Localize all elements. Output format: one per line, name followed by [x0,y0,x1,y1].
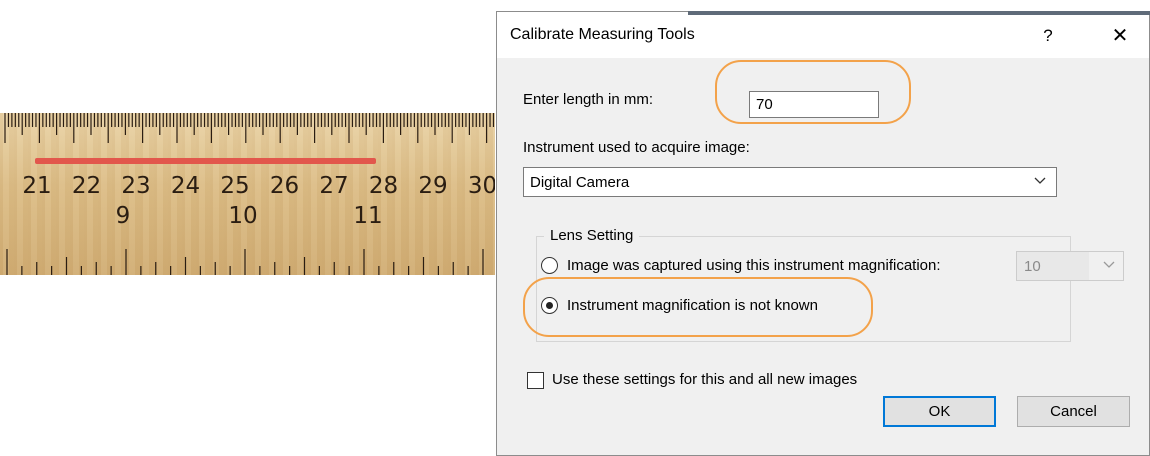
lens-setting-group [536,236,1071,342]
ok-button[interactable]: OK [883,396,996,427]
ruler-cm-label: 23 [121,173,151,199]
radio-unknown-label: Instrument magnification is not known [567,297,818,314]
ruler-cm-label: 28 [368,173,399,199]
radio-known-label: Image was captured using this instrument… [567,257,941,274]
instrument-label: Instrument used to acquire image: [523,139,750,156]
instrument-select[interactable]: Digital Camera [523,167,1057,197]
magnification-value: 10 [1024,258,1041,275]
ruler-cm-label: 21 [22,173,52,199]
close-button[interactable]: ✕ [1100,20,1140,50]
measurement-line [35,158,376,164]
ruler-cm-label: 27 [319,173,349,199]
ruler-cm-label: 29 [418,173,448,199]
ruler-cm-label: 26 [269,173,300,199]
ruler-cm-label: 24 [170,173,201,199]
length-label: Enter length in mm: [523,91,654,108]
apply-all-label: Use these settings for this and all new … [552,371,858,388]
chevron-down-icon [1103,261,1115,268]
help-button[interactable]: ? [1028,22,1068,50]
ruler-inch-label: 9 [115,203,131,229]
chevron-down-icon [1034,177,1046,184]
ruler-cm-label: 22 [71,173,102,199]
ruler-inch-label: 11 [353,203,383,229]
cancel-button[interactable]: Cancel [1017,396,1130,427]
dialog-title: Calibrate Measuring Tools [510,26,695,43]
ruler-image: 21 22 23 24 25 26 27 28 29 30 9 10 11 [0,113,495,275]
instrument-selected-value: Digital Camera [530,174,630,191]
length-input[interactable] [749,91,879,118]
dialog-titlebar: Calibrate Measuring Tools ? ✕ [497,12,1149,58]
window-edge-bar [688,11,1150,15]
radio-known-magnification[interactable] [541,257,558,274]
calibrate-dialog: Calibrate Measuring Tools ? ✕ Enter leng… [496,11,1150,456]
magnification-select[interactable]: 10 [1016,251,1124,281]
lens-setting-title: Lens Setting [544,227,640,244]
radio-selected-dot [546,302,553,309]
ruler-cm-label: 30 [467,173,495,199]
radio-unknown-magnification[interactable] [541,297,558,314]
ruler-cm-label: 25 [220,173,250,199]
ruler-inch-label: 10 [228,203,258,229]
apply-all-checkbox[interactable] [527,372,544,389]
